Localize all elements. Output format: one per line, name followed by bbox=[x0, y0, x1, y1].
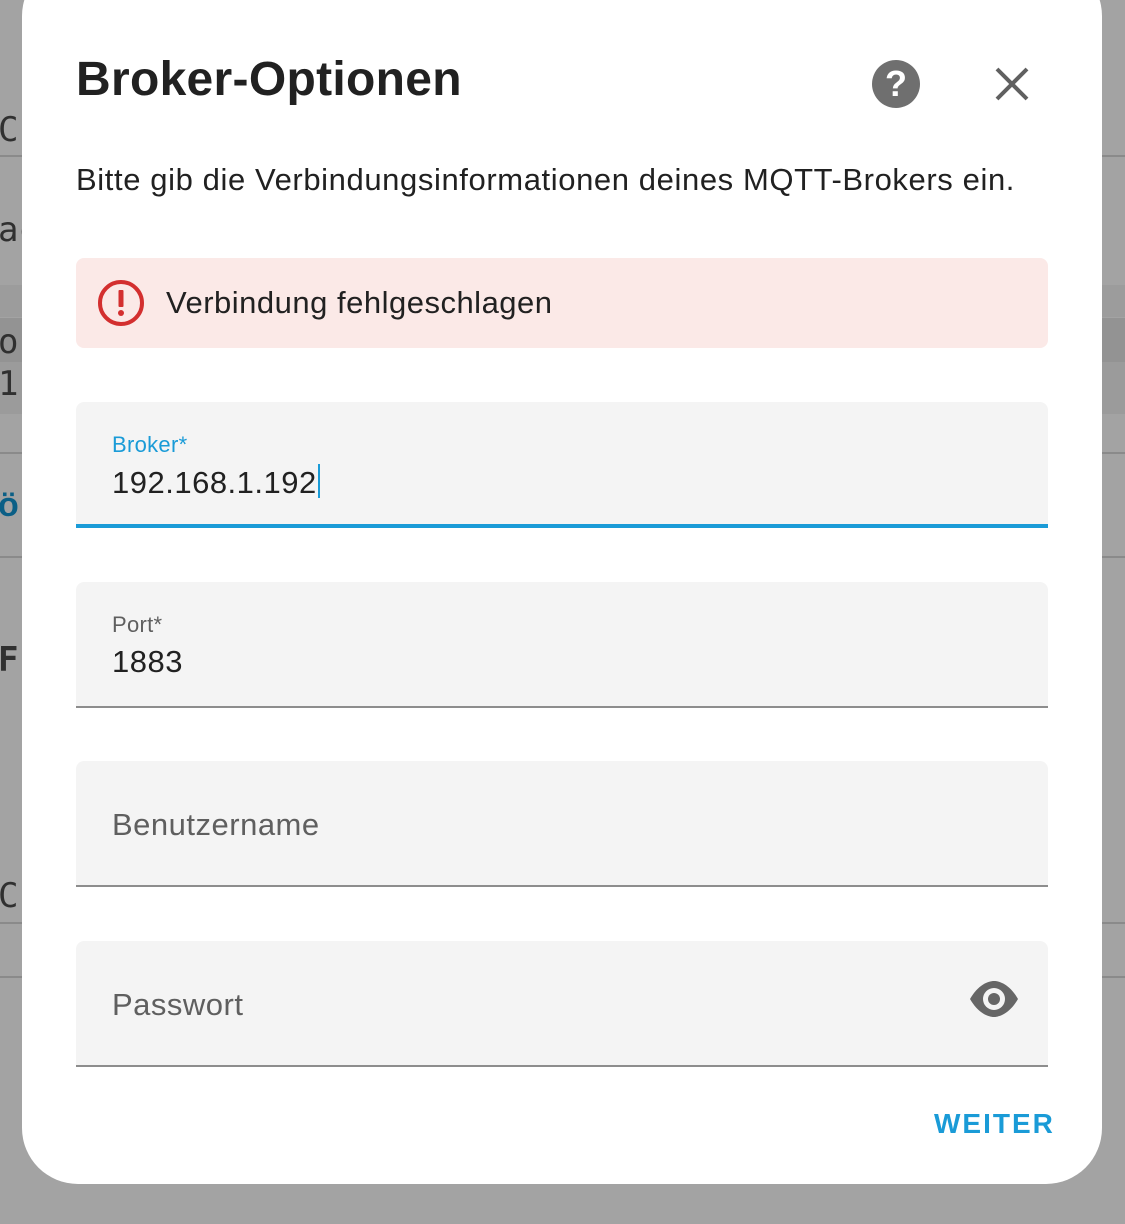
alert-circle-icon bbox=[98, 280, 144, 326]
text-caret bbox=[317, 464, 320, 498]
help-button[interactable]: ? bbox=[872, 60, 920, 108]
eye-icon bbox=[970, 981, 1018, 1017]
username-placeholder: Benutzername bbox=[112, 807, 320, 842]
show-password-button[interactable] bbox=[968, 979, 1020, 1019]
port-field[interactable]: Port* 1883 bbox=[76, 582, 1048, 708]
username-field[interactable]: Benutzername bbox=[76, 761, 1048, 887]
port-label: Port* bbox=[112, 612, 163, 637]
port-input[interactable]: 1883 bbox=[112, 644, 972, 680]
close-button[interactable] bbox=[988, 60, 1036, 108]
close-icon bbox=[995, 67, 1029, 101]
password-placeholder: Passwort bbox=[112, 987, 244, 1022]
password-field[interactable]: Passwort bbox=[76, 941, 1048, 1067]
broker-label: Broker* bbox=[112, 432, 188, 457]
background-text: C bbox=[0, 876, 19, 916]
port-value: 1883 bbox=[112, 644, 183, 679]
help-circle-icon: ? bbox=[885, 63, 907, 104]
error-alert: Verbindung fehlgeschlagen bbox=[76, 258, 1048, 348]
dialog-description: Bitte gib die Verbindungsinformationen d… bbox=[76, 162, 1015, 197]
broker-value: 192.168.1.192 bbox=[112, 465, 317, 500]
broker-field[interactable]: Broker* 192.168.1.192 bbox=[76, 402, 1048, 528]
broker-options-dialog: Broker-Optionen ? Bitte gib die Verbindu… bbox=[22, 0, 1102, 1184]
next-button[interactable]: WEITER bbox=[934, 1108, 1055, 1140]
background-text: F bbox=[0, 640, 19, 680]
alert-message: Verbindung fehlgeschlagen bbox=[166, 285, 553, 320]
background-text: 1 bbox=[0, 364, 19, 404]
background-link: ö bbox=[0, 486, 19, 524]
dialog-title: Broker-Optionen bbox=[76, 53, 462, 106]
broker-input[interactable]: 192.168.1.192 bbox=[112, 464, 972, 501]
background-text: C bbox=[0, 110, 19, 150]
